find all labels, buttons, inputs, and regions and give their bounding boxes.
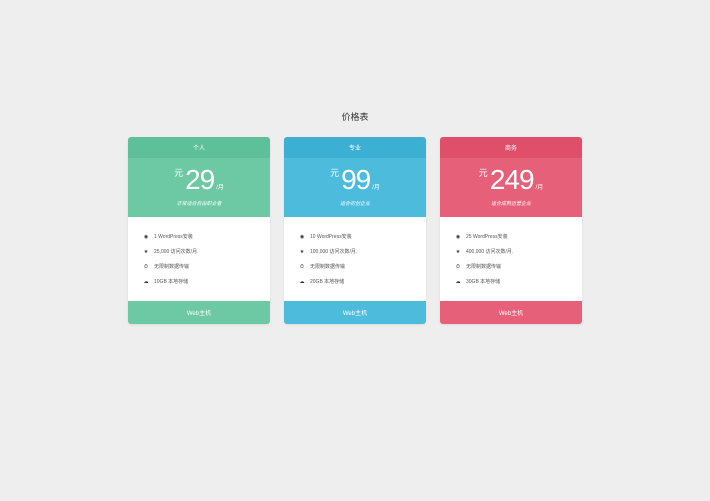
card-footer-button[interactable]: Web主机 bbox=[284, 301, 426, 324]
price-value: 99 bbox=[341, 166, 370, 194]
feature-item: ◉ 25 WordPress安装 bbox=[454, 229, 568, 244]
star-icon: ★ bbox=[298, 249, 306, 255]
plan-name: 商务 bbox=[440, 137, 582, 158]
pricing-card-business: 商务 元 249 /月 适合成熟运营企业 ◉ 25 WordPress安装 ★ 40… bbox=[440, 137, 582, 324]
card-header: 专业 元 99 /月 适合初创企业 bbox=[284, 137, 426, 217]
price-section: 元 249 /月 适合成熟运营企业 bbox=[440, 158, 582, 217]
cloud-icon: ☁ bbox=[298, 279, 306, 285]
card-footer-button[interactable]: Web主机 bbox=[128, 301, 270, 324]
star-icon: ★ bbox=[142, 249, 150, 255]
feature-item: ★ 25,000 访问次数/月. bbox=[142, 244, 256, 259]
feature-text: 30GB 本地存储 bbox=[466, 278, 500, 285]
feature-text: 10 WordPress安装 bbox=[310, 233, 352, 240]
feature-item: ★ 100,000 访问次数/月. bbox=[298, 244, 412, 259]
plan-tagline: 非常适合自由职业者 bbox=[128, 200, 270, 207]
feature-text: 无限制数据传输 bbox=[310, 263, 345, 270]
period-label: /月 bbox=[372, 185, 380, 191]
plan-tagline: 适合成熟运营企业 bbox=[440, 200, 582, 207]
feature-text: 25,000 访问次数/月. bbox=[154, 248, 198, 255]
period-label: /月 bbox=[216, 185, 224, 191]
feature-text: 400,000 访问次数/月. bbox=[466, 248, 513, 255]
pricing-card-professional: 专业 元 99 /月 适合初创企业 ◉ 10 WordPress安装 ★ 100,0… bbox=[284, 137, 426, 324]
pricing-card-personal: 个人 元 29 /月 非常适合自由职业者 ◉ 1 WordPress安装 ★ 25,… bbox=[128, 137, 270, 324]
period-label: /月 bbox=[536, 185, 544, 191]
price-line: 元 99 /月 bbox=[284, 166, 426, 194]
currency-label: 元 bbox=[330, 169, 339, 178]
price-section: 元 99 /月 适合初创企业 bbox=[284, 158, 426, 217]
feature-item: ◉ 10 WordPress安装 bbox=[298, 229, 412, 244]
card-header: 商务 元 249 /月 适合成熟运营企业 bbox=[440, 137, 582, 217]
feature-item: ★ 400,000 访问次数/月. bbox=[454, 244, 568, 259]
page-title: 价格表 bbox=[0, 110, 710, 123]
feature-item: ◉ 1 WordPress安装 bbox=[142, 229, 256, 244]
feature-text: 10GB 本地存储 bbox=[154, 278, 188, 285]
feature-list: ◉1 WordPress安装 ★25,000 访问次数/月. ⏱无限制数据传输 … bbox=[128, 217, 270, 301]
check-circle-icon: ◉ bbox=[142, 234, 150, 240]
pricing-section: 价格表 个人 元 29 /月 非常适合自由职业者 ◉ 1 WordPress安装 … bbox=[0, 0, 710, 324]
check-circle-icon: ◉ bbox=[298, 234, 306, 240]
price-value: 249 bbox=[490, 166, 534, 194]
dashboard-icon: ⏱ bbox=[454, 264, 462, 270]
price-value: 29 bbox=[185, 166, 214, 194]
currency-label: 元 bbox=[174, 169, 183, 178]
cloud-icon: ☁ bbox=[142, 279, 150, 285]
feature-item: ☁ 10GB 本地存储 bbox=[142, 274, 256, 289]
feature-text: 无限制数据传输 bbox=[154, 263, 189, 270]
feature-item: ☁ 30GB 本地存储 bbox=[454, 274, 568, 289]
card-footer-button[interactable]: Web主机 bbox=[440, 301, 582, 324]
feature-text: 100,000 访问次数/月. bbox=[310, 248, 357, 255]
price-line: 元 249 /月 bbox=[440, 166, 582, 194]
pricing-cards: 个人 元 29 /月 非常适合自由职业者 ◉ 1 WordPress安装 ★ 25,… bbox=[0, 137, 710, 324]
plan-tagline: 适合初创企业 bbox=[284, 200, 426, 207]
price-line: 元 29 /月 bbox=[128, 166, 270, 194]
check-circle-icon: ◉ bbox=[454, 234, 462, 240]
feature-item: ⏱ 无限制数据传输 bbox=[142, 259, 256, 274]
feature-text: 无限制数据传输 bbox=[466, 263, 501, 270]
feature-list: ◉ 25 WordPress安装 ★ 400,000 访问次数/月. ⏱ 无限制数据传… bbox=[440, 217, 582, 301]
feature-item: ☁ 20GB 本地存储 bbox=[298, 274, 412, 289]
feature-item: ⏱ 无限制数据传输 bbox=[298, 259, 412, 274]
currency-label: 元 bbox=[479, 169, 488, 178]
feature-list: ◉ 10 WordPress安装 ★ 100,000 访问次数/月. ⏱ 无限制数据传… bbox=[284, 217, 426, 301]
feature-text: 25 WordPress安装 bbox=[466, 233, 508, 240]
card-header: 个人 元 29 /月 非常适合自由职业者 bbox=[128, 137, 270, 217]
feature-text: 20GB 本地存储 bbox=[310, 278, 344, 285]
price-section: 元 29 /月 非常适合自由职业者 bbox=[128, 158, 270, 217]
star-icon: ★ bbox=[454, 249, 462, 255]
plan-name: 专业 bbox=[284, 137, 426, 158]
feature-text: 1 WordPress安装 bbox=[154, 233, 193, 240]
dashboard-icon: ⏱ bbox=[298, 264, 306, 270]
feature-item: ⏱ 无限制数据传输 bbox=[454, 259, 568, 274]
dashboard-icon: ⏱ bbox=[142, 264, 150, 270]
cloud-icon: ☁ bbox=[454, 279, 462, 285]
plan-name: 个人 bbox=[128, 137, 270, 158]
